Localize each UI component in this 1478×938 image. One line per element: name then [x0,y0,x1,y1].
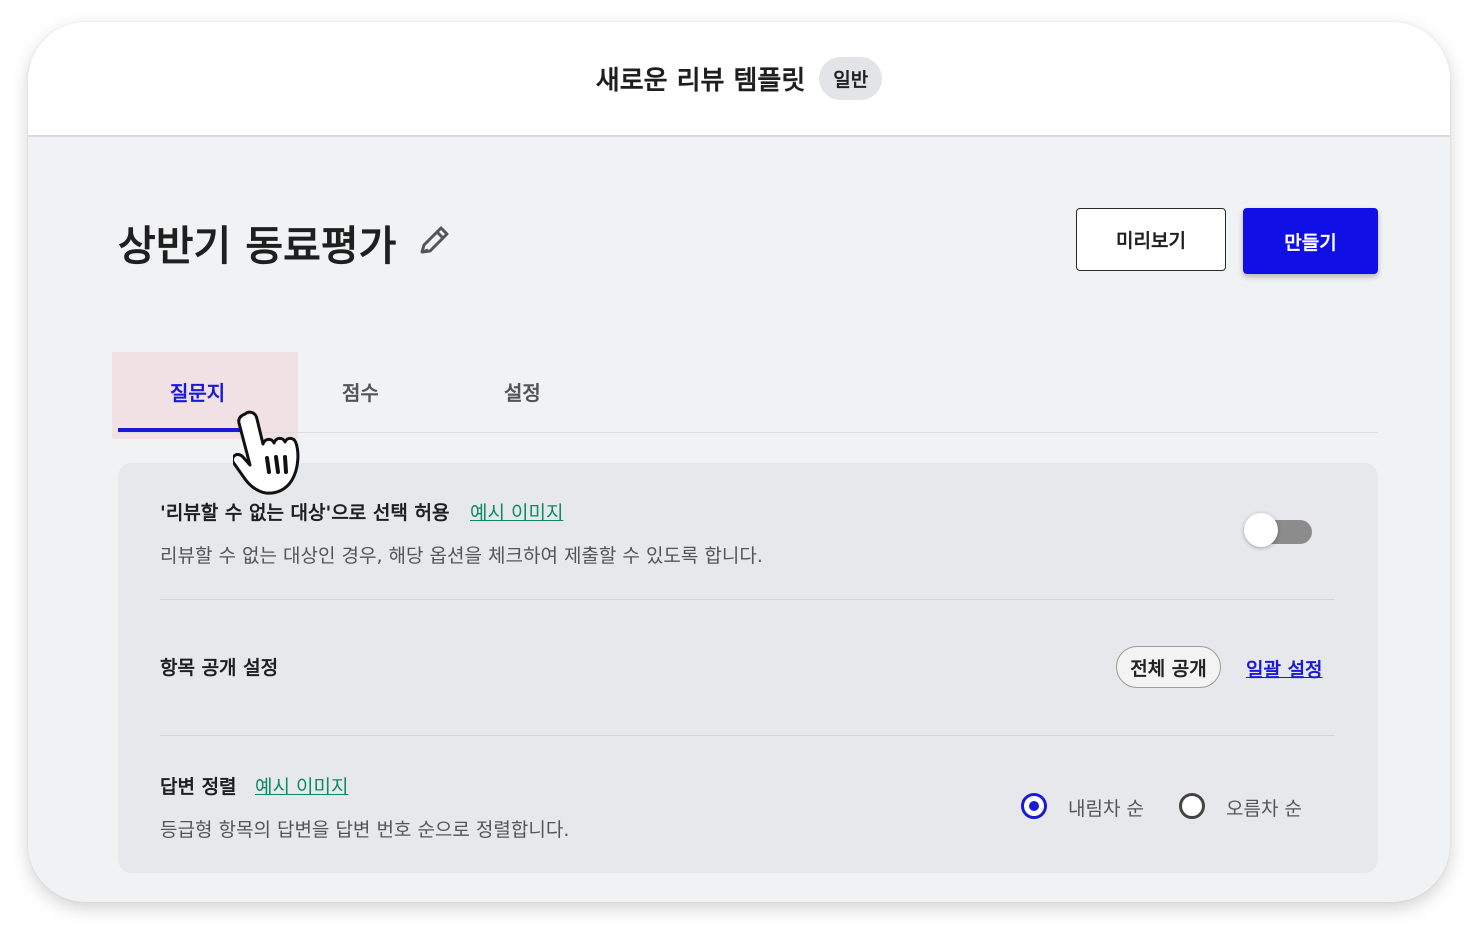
tab-questionnaire[interactable]: 질문지 [170,377,225,406]
active-tab-indicator [118,428,240,432]
app-window: 새로운 리뷰 템플릿 일반 상반기 동료평가 미리보기 만들기 질문지 점수 설… [28,22,1450,902]
sorting-description: 등급형 항목의 답변을 답변 번호 순으로 정렬합니다. [160,819,570,841]
radio-descending-label[interactable]: 내림차 순 [1068,794,1144,821]
settings-panel: '리뷰할 수 없는 대상'으로 선택 허용 예시 이미지 리뷰할 수 없는 대상… [118,463,1378,873]
visibility-value-pill[interactable]: 전체 공개 [1116,646,1221,688]
row-divider [160,599,1335,600]
radio-ascending-label[interactable]: 오름차 순 [1226,794,1302,821]
hand-pointer-cursor-icon [233,410,300,495]
top-bar: 새로운 리뷰 템플릿 일반 [28,22,1450,137]
bulk-setting-link[interactable]: 일괄 설정 [1246,655,1323,682]
visibility-title: 항목 공개 설정 [160,657,279,679]
toggle-knob[interactable] [1244,513,1278,547]
tab-score[interactable]: 점수 [342,377,379,406]
preview-button[interactable]: 미리보기 [1076,208,1226,271]
unreviewable-title: '리뷰할 수 없는 대상'으로 선택 허용 [160,502,450,524]
page-title: 상반기 동료평가 [118,222,397,270]
unreviewable-description: 리뷰할 수 없는 대상인 경우, 해당 옵션을 체크하여 제출할 수 있도록 합… [160,545,763,567]
radio-ascending[interactable] [1179,793,1205,819]
pencil-icon[interactable] [416,222,452,260]
tab-settings[interactable]: 설정 [504,377,541,406]
row-divider [160,735,1335,736]
template-header-title: 새로운 리뷰 템플릿 [595,66,806,96]
create-button[interactable]: 만들기 [1243,208,1378,274]
radio-descending[interactable] [1021,793,1047,819]
template-type-badge: 일반 [819,57,883,100]
unreviewable-example-link[interactable]: 예시 이미지 [470,498,563,525]
sorting-example-link[interactable]: 예시 이미지 [255,772,348,799]
sorting-title: 답변 정렬 [160,776,237,798]
